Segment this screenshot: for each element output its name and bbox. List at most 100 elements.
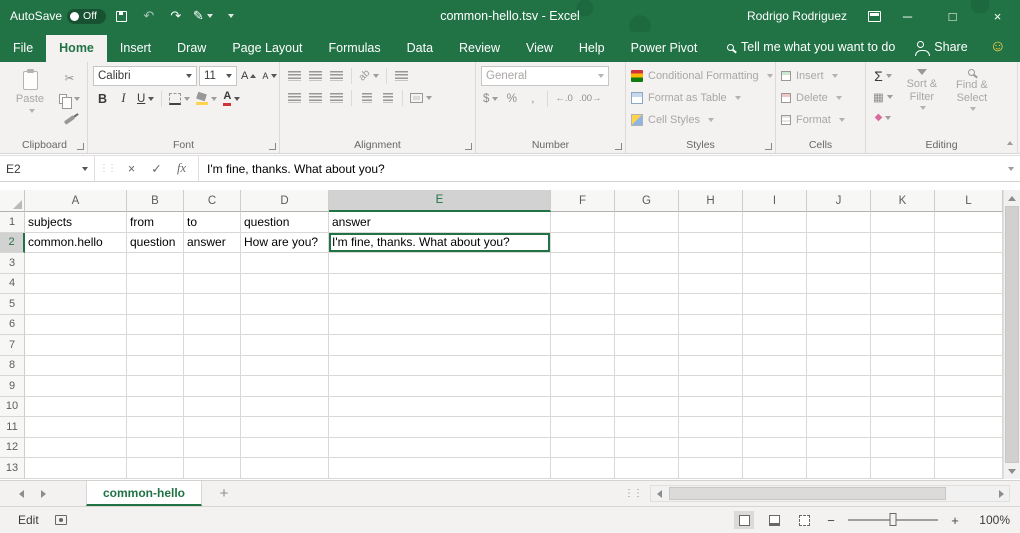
cell-J13[interactable] [807, 458, 871, 479]
normal-view-button[interactable] [734, 511, 754, 529]
cell-J4[interactable] [807, 274, 871, 295]
align-top-button[interactable] [285, 66, 304, 85]
tab-data[interactable]: Data [394, 35, 446, 62]
cell-C7[interactable] [184, 335, 241, 356]
cell-H5[interactable] [679, 294, 743, 315]
cell-G10[interactable] [615, 397, 679, 418]
cell-C1[interactable]: to [184, 212, 241, 233]
cell-H4[interactable] [679, 274, 743, 295]
align-middle-button[interactable] [306, 66, 325, 85]
cell-G8[interactable] [615, 356, 679, 377]
row-header-13[interactable]: 13 [0, 458, 25, 479]
user-name[interactable]: Rodrigo Rodriguez [747, 9, 847, 23]
wrap-text-button[interactable] [392, 66, 411, 85]
close-button[interactable]: × [975, 0, 1020, 32]
cell-F8[interactable] [551, 356, 615, 377]
cell-styles-button[interactable]: Cell Styles [631, 110, 714, 129]
cell-J8[interactable] [807, 356, 871, 377]
zoom-slider[interactable] [848, 519, 938, 521]
insert-cells-button[interactable]: Insert [781, 66, 838, 85]
cell-L12[interactable] [935, 438, 1003, 459]
cell-G6[interactable] [615, 315, 679, 336]
cell-G13[interactable] [615, 458, 679, 479]
increase-decimal-button[interactable]: ←.0 [553, 89, 574, 108]
cell-C4[interactable] [184, 274, 241, 295]
cell-C6[interactable] [184, 315, 241, 336]
share-button[interactable]: Share [917, 40, 967, 54]
page-layout-view-button[interactable] [764, 511, 784, 529]
cell-C9[interactable] [184, 376, 241, 397]
cell-D4[interactable] [241, 274, 329, 295]
cell-D13[interactable] [241, 458, 329, 479]
scroll-down-button[interactable] [1004, 463, 1020, 479]
cell-J5[interactable] [807, 294, 871, 315]
tab-review[interactable]: Review [446, 35, 513, 62]
cell-G9[interactable] [615, 376, 679, 397]
cell-G3[interactable] [615, 253, 679, 274]
row-header-11[interactable]: 11 [0, 417, 25, 438]
tab-draw[interactable]: Draw [164, 35, 219, 62]
cell-G2[interactable] [615, 233, 679, 254]
number-format-select[interactable]: General [481, 66, 609, 86]
cell-E5[interactable] [329, 294, 551, 315]
cell-H9[interactable] [679, 376, 743, 397]
increase-font-button[interactable]: A [239, 67, 258, 86]
cell-C13[interactable] [184, 458, 241, 479]
select-all-button[interactable] [0, 190, 25, 212]
row-header-12[interactable]: 12 [0, 438, 25, 459]
cell-K8[interactable] [871, 356, 935, 377]
column-header-H[interactable]: H [679, 190, 743, 212]
cell-E13[interactable] [329, 458, 551, 479]
tab-view[interactable]: View [513, 35, 566, 62]
cell-H11[interactable] [679, 417, 743, 438]
clipboard-dialog-launcher[interactable] [77, 143, 84, 150]
cell-C3[interactable] [184, 253, 241, 274]
splitter-grip[interactable]: ⋮⋮ [624, 488, 642, 499]
orientation-button[interactable]: ab [357, 66, 381, 85]
undo-button[interactable]: ↶ [138, 3, 160, 29]
format-painter-button[interactable] [57, 110, 82, 129]
autosum-button[interactable]: Σ [871, 66, 895, 85]
tab-file[interactable]: File [0, 35, 46, 62]
cell-I9[interactable] [743, 376, 807, 397]
cell-I2[interactable] [743, 233, 807, 254]
font-color-button[interactable]: A [221, 89, 242, 108]
cell-K6[interactable] [871, 315, 935, 336]
cell-F2[interactable] [551, 233, 615, 254]
cell-E6[interactable] [329, 315, 551, 336]
feedback-smiley-icon[interactable]: ☺ [990, 39, 1006, 55]
zoom-percentage[interactable]: 100% [972, 513, 1010, 527]
scroll-up-button[interactable] [1004, 190, 1020, 206]
tab-power-pivot[interactable]: Power Pivot [618, 35, 711, 62]
cell-K4[interactable] [871, 274, 935, 295]
page-break-view-button[interactable] [794, 511, 814, 529]
cell-I1[interactable] [743, 212, 807, 233]
cell-A10[interactable] [25, 397, 127, 418]
column-header-G[interactable]: G [615, 190, 679, 212]
horizontal-scrollbar-thumb[interactable] [669, 487, 946, 500]
cell-E7[interactable] [329, 335, 551, 356]
cell-I8[interactable] [743, 356, 807, 377]
cell-L2[interactable] [935, 233, 1003, 254]
cell-L13[interactable] [935, 458, 1003, 479]
cell-A12[interactable] [25, 438, 127, 459]
cell-E3[interactable] [329, 253, 551, 274]
cell-K7[interactable] [871, 335, 935, 356]
autosave-toggle[interactable]: Off [67, 9, 106, 24]
italic-button[interactable]: I [114, 89, 133, 108]
cell-J10[interactable] [807, 397, 871, 418]
cell-F10[interactable] [551, 397, 615, 418]
cell-H13[interactable] [679, 458, 743, 479]
cell-A4[interactable] [25, 274, 127, 295]
column-header-I[interactable]: I [743, 190, 807, 212]
ribbon-display-options-button[interactable] [863, 3, 885, 29]
collapse-ribbon-button[interactable] [1005, 135, 1013, 149]
cell-D3[interactable] [241, 253, 329, 274]
cell-D8[interactable] [241, 356, 329, 377]
cell-I3[interactable] [743, 253, 807, 274]
macro-record-icon[interactable] [55, 515, 67, 525]
tab-formulas[interactable]: Formulas [316, 35, 394, 62]
row-header-8[interactable]: 8 [0, 356, 25, 377]
copy-button[interactable] [57, 89, 82, 108]
cell-B7[interactable] [127, 335, 184, 356]
